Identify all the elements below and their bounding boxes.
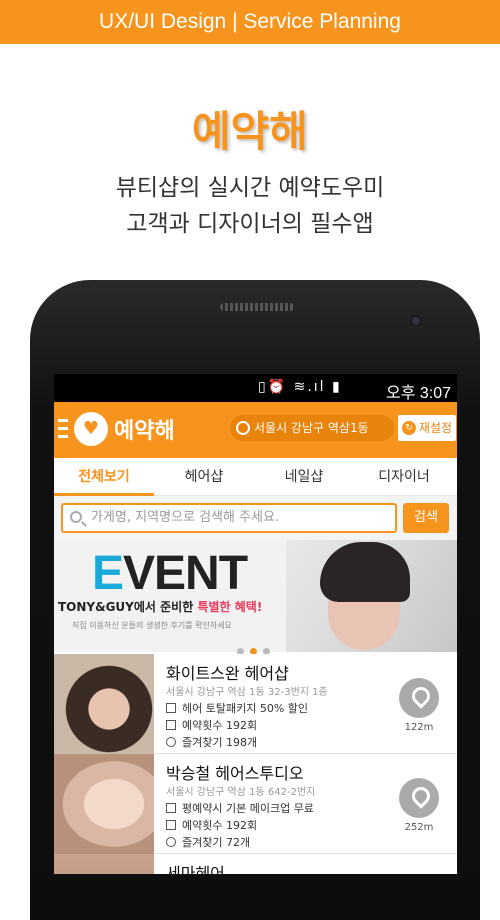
shop-photo [54,654,154,754]
event-banner[interactable]: EVENT TONY&GUY에서 준비한 특별한 혜택! 직접 이용하신 분들의… [54,540,457,652]
shop-name: 화이트스완 헤어샵 [166,664,289,683]
shop-distance: 122m [404,722,434,733]
map-pin-icon[interactable] [399,678,439,718]
event-model-image [286,540,457,652]
search-bar: 가게명, 지역명으로 검색해 주세요. 검색 [54,496,457,540]
top-banner: UX/UI Design | Service Planning [0,0,500,44]
shop-name: 박승철 헤어스투디오 [166,764,304,783]
menu-icon[interactable] [58,419,68,439]
hero-title: 예약해 [192,107,308,156]
heart-icon [166,837,176,847]
phone-speaker [220,303,294,311]
shop-promo: 헤어 토탈패키지 50% 할인 [166,700,308,716]
phone-camera-icon [410,315,422,327]
shop-name: 세마헤어 [166,864,225,874]
reset-location-button[interactable]: ↻ 재설정 [398,415,456,441]
hero-subtitle-line1: 뷰티샵의 실시간 예약도우미 [115,175,385,201]
status-time: 오후 3:07 [385,385,451,402]
app-logo-text: 예약해 [114,419,175,444]
list-item[interactable]: 세마헤어 [54,854,457,874]
shop-favorites: 즐겨찾기 198개 [166,734,257,750]
swan-logo-icon: ♥ [74,412,108,446]
search-placeholder: 가게명, 지역명으로 검색해 주세요. [91,510,280,525]
shop-address: 서울시 강남구 역삼 1동 642-2번지 [166,787,316,798]
shop-favorites: 즐겨찾기 72개 [166,834,250,850]
app-bar: ♥ 예약해 서울시 강남구 역삼1동 ↻ 재설정 [54,402,457,458]
search-button[interactable]: 검색 [403,503,449,533]
target-icon [236,421,250,435]
calendar-icon [166,720,176,730]
event-title: EVENT [92,547,248,600]
shop-bookings: 예약횟수 192회 [166,717,257,733]
tab-designer[interactable]: 디자이너 [354,458,454,496]
tab-hair-shop[interactable]: 헤어샵 [154,458,254,496]
list-item[interactable]: 박승철 헤어스투디오 서울시 강남구 역삼 1동 642-2번지 평예약시 기본… [54,754,457,854]
event-note: 직접 이용하신 분들의 생생한 후기를 확인하세요 [72,621,232,630]
shop-bookings: 예약횟수 192회 [166,817,257,833]
heart-icon [166,737,176,747]
hero-subtitle: 뷰티샵의 실시간 예약도우미 고객과 디자이너의 필수앱 [0,170,500,242]
tab-all[interactable]: 전체보기 [54,458,154,496]
shop-promo: 평예약시 기본 메이크업 무료 [166,800,314,816]
map-pin-icon[interactable] [399,778,439,818]
status-icons: ▯⏰ ≋.ıl ▮ [258,379,342,395]
category-tabs: 전체보기 헤어샵 네일샵 디자이너 [54,458,457,496]
shop-address: 서울시 강남구 역삼 1동 32-3번지 1층 [166,687,328,698]
tab-nail-shop[interactable]: 네일샵 [254,458,354,496]
list-item[interactable]: 화이트스완 헤어샵 서울시 강남구 역삼 1동 32-3번지 1층 헤어 토탈패… [54,654,457,754]
event-subtitle: TONY&GUY에서 준비한 특별한 혜택! [58,600,263,614]
calendar-icon [166,820,176,830]
search-input[interactable]: 가게명, 지역명으로 검색해 주세요. [61,503,397,533]
reset-label: 재설정 [418,421,452,435]
status-bar: ▯⏰ ≋.ıl ▮ 오후 3:07 [54,374,457,402]
hero-subtitle-line2: 고객과 디자이너의 필수앱 [126,211,374,237]
shop-distance: 252m [404,822,434,833]
shop-photo [54,754,154,854]
location-display[interactable]: 서울시 강남구 역삼1동 [230,415,394,441]
shop-photo [54,854,154,874]
bag-icon [166,803,176,813]
location-label: 서울시 강남구 역삼1동 [254,421,369,435]
bag-icon [166,703,176,713]
app-screen: ▯⏰ ≋.ıl ▮ 오후 3:07 ♥ 예약해 서울시 강남구 역삼1동 ↻ 재… [54,374,457,874]
refresh-icon: ↻ [402,421,416,435]
carousel-dots[interactable] [234,640,278,655]
search-icon [70,511,82,523]
